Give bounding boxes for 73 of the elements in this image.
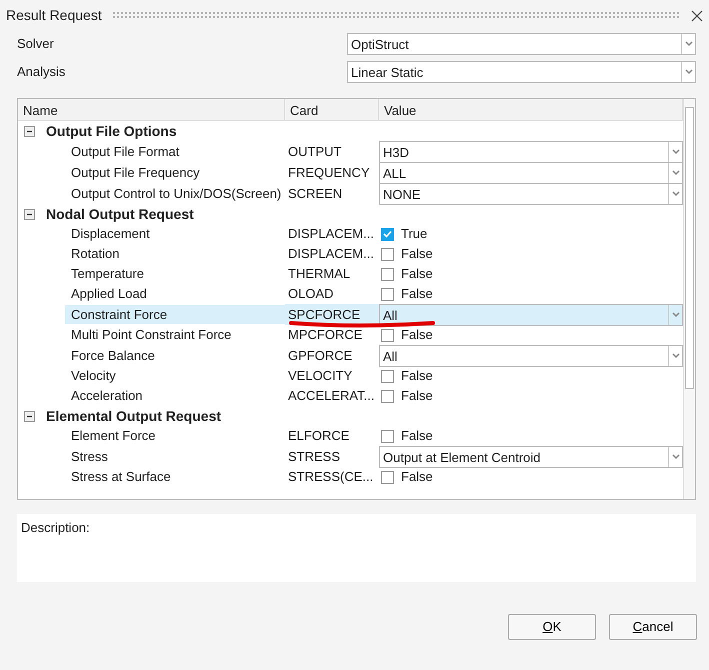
- value-dropdown[interactable]: ALL: [379, 162, 683, 184]
- card-name: VELOCITY: [288, 367, 352, 386]
- checkbox-label: False: [401, 285, 433, 304]
- dropdown-arrow-icon[interactable]: [668, 184, 682, 204]
- checkbox-label: False: [401, 245, 433, 264]
- checkbox[interactable]: [381, 268, 394, 280]
- value-dropdown[interactable]: All: [379, 344, 683, 366]
- card-name: SCREEN: [288, 184, 342, 203]
- dropdown-arrow-icon[interactable]: [668, 446, 682, 466]
- property-name[interactable]: Displacement: [71, 226, 150, 242]
- property-name[interactable]: Rotation: [71, 246, 120, 262]
- value-dropdown[interactable]: Output at Element Centroid: [379, 446, 683, 468]
- value-dropdown[interactable]: H3D: [379, 140, 683, 162]
- property-name[interactable]: Output Control to Unix/DOS(Screen): [71, 186, 282, 201]
- value-dropdown[interactable]: All: [379, 304, 683, 326]
- property-name[interactable]: Velocity: [71, 368, 116, 384]
- dropdown-field[interactable]: OptiStruct: [347, 33, 696, 55]
- field-label: Analysis: [17, 63, 66, 82]
- checkbox[interactable]: [381, 370, 394, 382]
- scrollbar[interactable]: [683, 99, 695, 499]
- property-name[interactable]: Element Force: [71, 428, 156, 444]
- checkbox[interactable]: [381, 328, 394, 342]
- column-header: Name: [18, 99, 285, 120]
- property-name[interactable]: Applied Load: [71, 286, 147, 302]
- checkbox-label: False: [401, 387, 433, 406]
- checkbox-label: False: [401, 326, 433, 344]
- field-label: Solver: [17, 35, 55, 54]
- window-title: Result Request: [6, 6, 102, 25]
- card-name: THERMAL: [288, 265, 350, 284]
- checkbox[interactable]: [381, 228, 394, 240]
- ok-button[interactable]: OK: [508, 614, 596, 640]
- card-name: DISPLACEM...: [288, 245, 374, 264]
- checkbox[interactable]: [381, 430, 394, 442]
- property-name[interactable]: Output File Frequency: [71, 164, 200, 180]
- checkbox-label: False: [401, 367, 433, 386]
- value-dropdown[interactable]: NONE: [379, 182, 683, 204]
- card-name: ACCELERAT...: [288, 387, 374, 406]
- checkbox-label: True: [401, 225, 428, 244]
- card-name: DISPLACEM...: [288, 225, 374, 244]
- column-header: Card: [285, 99, 379, 120]
- property-name[interactable]: Stress: [71, 448, 108, 464]
- group-title[interactable]: Nodal Output Request: [46, 204, 194, 224]
- checkbox-label: False: [401, 265, 433, 284]
- cancel-button[interactable]: Cancel: [609, 614, 697, 640]
- card-name: GPFORCE: [288, 346, 352, 365]
- checkbox[interactable]: [381, 390, 394, 402]
- group-title[interactable]: Output File Options: [46, 120, 177, 142]
- checkbox[interactable]: [381, 288, 394, 300]
- checkbox-label: False: [401, 427, 433, 446]
- card-name: STRESS(CE...: [288, 468, 374, 486]
- property-name[interactable]: Force Balance: [71, 348, 155, 363]
- dropdown-arrow-icon[interactable]: [681, 34, 695, 54]
- description-label: Description:: [21, 520, 90, 535]
- property-name[interactable]: Multi Point Constraint Force: [71, 327, 232, 342]
- group-title[interactable]: Elemental Output Request: [46, 406, 222, 426]
- checkbox[interactable]: [381, 470, 394, 484]
- checkbox-label: False: [401, 468, 433, 486]
- checkbox[interactable]: [381, 248, 394, 260]
- card-name: STRESS: [288, 448, 340, 466]
- dropdown-arrow-icon[interactable]: [668, 346, 682, 366]
- property-name[interactable]: Acceleration: [71, 388, 143, 404]
- property-name[interactable]: Temperature: [71, 266, 144, 282]
- dropdown-arrow-icon[interactable]: [681, 62, 695, 82]
- card-name: ELFORCE: [288, 427, 350, 446]
- property-name[interactable]: Stress at Surface: [71, 469, 171, 484]
- dropdown-arrow-icon[interactable]: [668, 304, 682, 324]
- card-name: SPCFORCE: [288, 306, 360, 324]
- card-name: OLOAD: [288, 285, 334, 304]
- card-name: FREQUENCY: [288, 164, 370, 182]
- card-name: MPCFORCE: [288, 326, 362, 344]
- card-name: OUTPUT: [288, 142, 342, 161]
- property-name[interactable]: Output File Format: [71, 144, 180, 159]
- dropdown-field[interactable]: Linear Static: [347, 61, 696, 83]
